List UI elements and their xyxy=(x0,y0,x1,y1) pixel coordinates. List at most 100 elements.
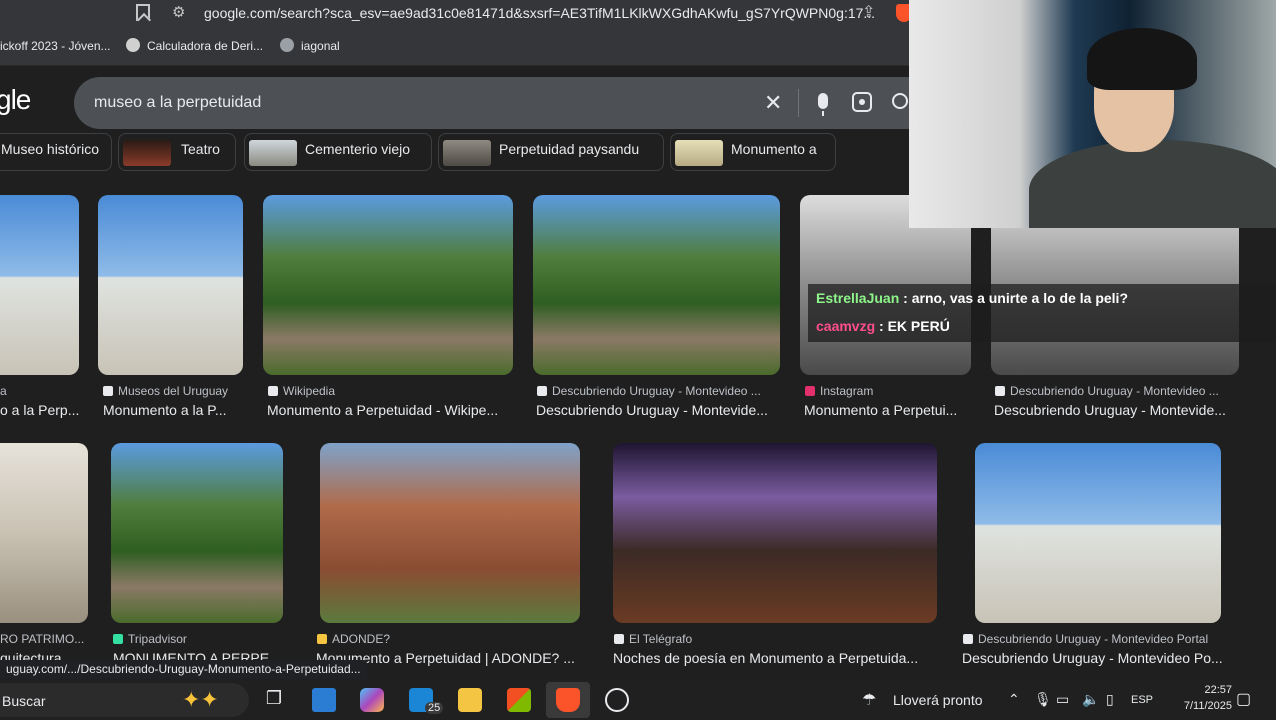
weather-text[interactable]: Lloverá pronto xyxy=(893,692,983,708)
clock-date[interactable]: 7/11/2025 xyxy=(1172,700,1232,712)
result-title[interactable]: Monumento a Perpetui... xyxy=(804,402,971,418)
file-explorer-icon[interactable] xyxy=(458,688,482,712)
instagram-icon xyxy=(805,386,815,396)
search-icon[interactable] xyxy=(892,93,908,109)
microphone-icon[interactable] xyxy=(818,93,828,116)
result-title[interactable]: Descubriendo Uruguay - Montevideo Po... xyxy=(962,650,1238,666)
screen: { "browser": { "url": "google.com/search… xyxy=(0,0,1276,720)
bookmark-item[interactable]: ickoff 2023 - Jóven... xyxy=(0,39,111,53)
bookmark-item[interactable]: Calculadora de Deri... xyxy=(147,39,263,53)
share-icon[interactable]: ⇪ xyxy=(862,2,875,22)
lens-icon[interactable] xyxy=(852,92,872,112)
mail-badge: 25 xyxy=(425,702,444,714)
tripadvisor-icon xyxy=(113,634,123,644)
chat-message: caamvzg : EK PERÚ xyxy=(816,318,950,334)
chip-museo-historico[interactable]: Museo histórico xyxy=(0,133,112,171)
museum-site-icon xyxy=(103,386,113,396)
result-title[interactable]: Noches de poesía en Monumento a Perpetui… xyxy=(613,650,937,666)
result-title[interactable]: Monumento a la P... xyxy=(103,402,243,418)
streamer-body xyxy=(1029,140,1276,228)
obs-icon[interactable] xyxy=(605,688,629,712)
result-image[interactable] xyxy=(613,443,937,623)
microphone-icon[interactable]: 🎙 xyxy=(1034,691,1052,708)
globe-icon xyxy=(280,38,294,52)
task-view-icon[interactable]: ❐ xyxy=(262,688,286,712)
taskbar-search[interactable]: Buscar ✦✦ xyxy=(0,683,249,717)
bookmark-star-icon[interactable] xyxy=(136,4,150,21)
notification-icon[interactable]: ▢ xyxy=(1236,689,1251,709)
result-image[interactable] xyxy=(533,195,780,375)
site-info-icon[interactable]: ⚙ xyxy=(172,3,185,21)
montevideo-portal-icon xyxy=(537,386,547,396)
url-field[interactable]: google.com/search?sca_esv=ae9ad31c0e8147… xyxy=(204,5,875,21)
wikipedia-icon xyxy=(268,386,278,396)
result-title[interactable]: o a la Perp... xyxy=(0,402,80,418)
result-source: RO PATRIMO... xyxy=(0,632,85,646)
streamer-hair xyxy=(1087,28,1197,90)
bookmark-item[interactable]: iagonal xyxy=(301,39,340,53)
el-telegrafo-icon xyxy=(614,634,624,644)
chat-overlay: EstrellaJuan : arno, vas a unirte a lo d… xyxy=(808,284,1276,342)
result-source: Museos del Uruguay xyxy=(118,384,229,398)
result-title[interactable]: Descubriendo Uruguay - Montevide... xyxy=(536,402,780,418)
copilot-icon[interactable] xyxy=(360,688,384,712)
chip-label: Perpetuidad paysandu xyxy=(499,141,640,157)
montevideo-portal-icon xyxy=(963,634,973,644)
result-source: Descubriendo Uruguay - Montevideo ... xyxy=(1010,384,1219,398)
adonde-icon xyxy=(317,634,327,644)
result-source: Descubriendo Uruguay - Montevideo Portal xyxy=(978,632,1209,646)
chip-thumbnail xyxy=(675,140,723,166)
search-box[interactable]: museo a la perpetuidad ✕ xyxy=(74,77,934,129)
brave-browser-icon[interactable] xyxy=(556,688,580,712)
chip-cementerio-viejo[interactable]: Cementerio viejo xyxy=(244,133,432,171)
chip-label: Monumento a xyxy=(731,141,817,157)
chip-thumbnail xyxy=(443,140,491,166)
result-image[interactable] xyxy=(263,195,513,375)
result-image[interactable] xyxy=(0,195,79,375)
result-source: El Telégrafo xyxy=(629,632,693,646)
google-logo[interactable]: gle xyxy=(0,84,31,116)
taskbar: Buscar ✦✦ ❐ 25 ☂ Lloverá pronto ⌃ 🎙 ▭ 🔈 … xyxy=(0,680,1276,720)
divider xyxy=(798,89,799,117)
chip-monumento-a[interactable]: Monumento a xyxy=(670,133,836,171)
chat-message: EstrellaJuan : arno, vas a unirte a lo d… xyxy=(816,290,1128,306)
chat-text: : arno, vas a unirte a lo de la peli? xyxy=(903,290,1128,306)
result-title[interactable]: Descubriendo Uruguay - Montevide... xyxy=(994,402,1239,418)
vscode-icon[interactable] xyxy=(312,688,336,712)
result-image[interactable] xyxy=(98,195,243,375)
chip-label: Cementerio viejo xyxy=(305,141,411,157)
battery-icon[interactable]: ▯ xyxy=(1106,691,1114,708)
language-indicator[interactable]: ESP xyxy=(1131,694,1153,706)
chip-perpetuidad-paysandu[interactable]: Perpetuidad paysandu xyxy=(438,133,664,171)
search-input[interactable]: museo a la perpetuidad xyxy=(94,94,261,112)
result-image[interactable] xyxy=(320,443,580,623)
result-image[interactable] xyxy=(111,443,283,623)
result-source: Wikipedia xyxy=(283,384,336,398)
status-url: uguay.com/.../Descubriendo-Uruguay-Monum… xyxy=(0,660,367,679)
calculator-icon xyxy=(126,38,140,52)
result-source: ADONDE? xyxy=(332,632,391,646)
copilot-sparkle-icon: ✦✦ xyxy=(182,687,219,712)
result-source: Descubriendo Uruguay - Montevideo ... xyxy=(552,384,761,398)
result-title[interactable]: Monumento a Perpetuidad - Wikipe... xyxy=(267,402,513,418)
clock-time[interactable]: 22:57 xyxy=(1172,684,1232,696)
network-icon[interactable]: ▭ xyxy=(1056,691,1069,708)
weather-icon: ☂ xyxy=(862,692,877,709)
chip-teatro[interactable]: Teatro xyxy=(118,133,236,171)
chip-thumbnail xyxy=(123,140,171,166)
result-source: a xyxy=(0,384,7,398)
search-label: Buscar xyxy=(2,693,46,709)
speaker-icon[interactable]: 🔈 xyxy=(1082,691,1099,708)
chip-label: Teatro xyxy=(181,141,220,157)
chip-label: Museo histórico xyxy=(1,141,100,157)
chat-username: caamvzg xyxy=(816,318,876,334)
chevron-up-icon[interactable]: ⌃ xyxy=(1008,691,1020,708)
clear-icon[interactable]: ✕ xyxy=(764,90,782,116)
chip-thumbnail xyxy=(249,140,297,166)
result-image[interactable] xyxy=(975,443,1221,623)
montevideo-portal-icon xyxy=(995,386,1005,396)
chat-text: : EK PERÚ xyxy=(879,318,950,334)
result-image[interactable] xyxy=(0,443,88,623)
result-source: Instagram xyxy=(820,384,874,398)
microsoft-store-icon[interactable] xyxy=(507,688,531,712)
